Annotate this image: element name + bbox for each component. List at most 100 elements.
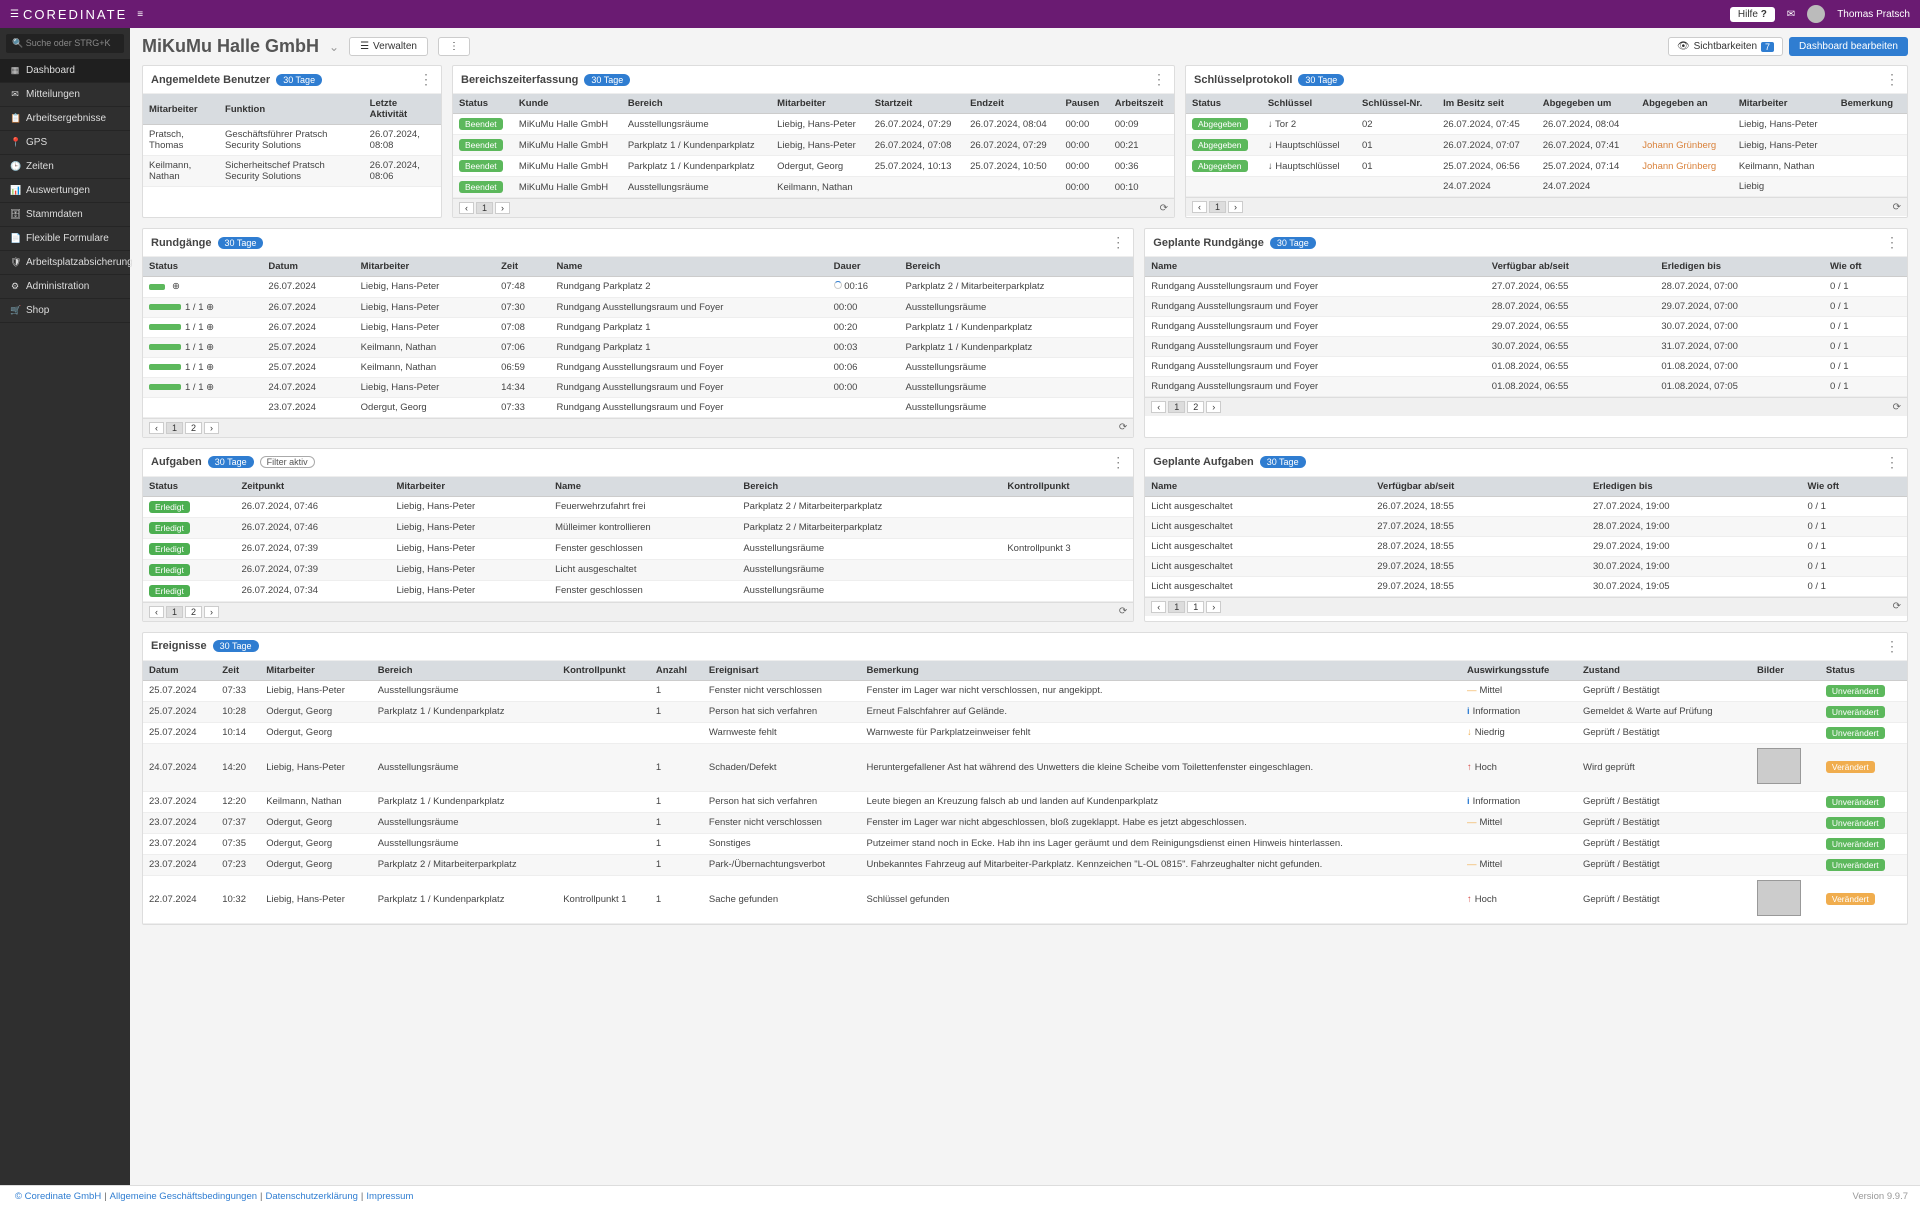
column-header[interactable]: Zeit: [495, 257, 550, 277]
table-row[interactable]: 1 / 1 ⊕25.07.2024Keilmann, Nathan06:59Ru…: [143, 357, 1133, 377]
column-header[interactable]: Mitarbeiter: [355, 257, 495, 277]
column-header[interactable]: Arbeitszeit: [1109, 94, 1174, 114]
refresh-icon[interactable]: ⟳: [1893, 202, 1901, 213]
column-header[interactable]: Name: [551, 257, 828, 277]
panel-menu-icon[interactable]: ⋮: [1111, 234, 1125, 251]
pager-next[interactable]: ›: [204, 422, 219, 434]
table-row[interactable]: BeendetMiKuMu Halle GmbHAusstellungsräum…: [453, 177, 1174, 198]
refresh-icon[interactable]: ⟳: [1119, 422, 1127, 433]
table-row[interactable]: Rundgang Ausstellungsraum und Foyer01.08…: [1145, 357, 1907, 377]
sidebar-item-arbeitsplatzabsicherung[interactable]: 🛡Arbeitsplatzabsicherung: [0, 251, 130, 275]
sidebar-item-arbeitsergebnisse[interactable]: 📋Arbeitsergebnisse: [0, 107, 130, 131]
column-header[interactable]: Wie oft: [1801, 477, 1907, 497]
footer-imp[interactable]: Impressum: [366, 1191, 413, 1202]
edit-dashboard-button[interactable]: Dashboard bearbeiten: [1789, 37, 1908, 56]
column-header[interactable]: Datum: [262, 257, 354, 277]
refresh-icon[interactable]: ⟳: [1893, 402, 1901, 413]
table-row[interactable]: Erledigt26.07.2024, 07:46Liebig, Hans-Pe…: [143, 496, 1133, 517]
column-header[interactable]: Status: [1186, 94, 1262, 114]
table-row[interactable]: BeendetMiKuMu Halle GmbHParkplatz 1 / Ku…: [453, 156, 1174, 177]
column-header[interactable]: Auswirkungsstufe: [1461, 661, 1577, 681]
table-row[interactable]: Erledigt26.07.2024, 07:39Liebig, Hans-Pe…: [143, 559, 1133, 580]
column-header[interactable]: Kontrollpunkt: [557, 661, 650, 681]
pager-page[interactable]: 1: [166, 422, 183, 434]
table-row[interactable]: Rundgang Ausstellungsraum und Foyer29.07…: [1145, 317, 1907, 337]
table-row[interactable]: Abgegeben↓ Tor 20226.07.2024, 07:4526.07…: [1186, 114, 1907, 135]
column-header[interactable]: Schlüssel-Nr.: [1356, 94, 1437, 114]
sidebar-item-flexible-formulare[interactable]: 📄Flexible Formulare: [0, 227, 130, 251]
column-header[interactable]: Mitarbeiter: [771, 94, 869, 114]
help-button[interactable]: Hilfe ?: [1730, 7, 1775, 22]
column-header[interactable]: Ereignisart: [703, 661, 861, 681]
table-row[interactable]: 25.07.202407:33Liebig, Hans-PeterAusstel…: [143, 680, 1907, 701]
column-header[interactable]: Wie oft: [1824, 257, 1907, 277]
footer-agb[interactable]: Allgemeine Geschäftsbedingungen: [110, 1191, 257, 1202]
sidebar-item-auswertungen[interactable]: 📊Auswertungen: [0, 179, 130, 203]
user-name[interactable]: Thomas Pratsch: [1837, 9, 1910, 20]
column-header[interactable]: Bereich: [372, 661, 558, 681]
pager-next[interactable]: ›: [495, 202, 510, 214]
refresh-icon[interactable]: ⟳: [1160, 203, 1168, 214]
refresh-icon[interactable]: ⟳: [1119, 606, 1127, 617]
sidebar-item-gps[interactable]: 📍GPS: [0, 131, 130, 155]
table-row[interactable]: Licht ausgeschaltet29.07.2024, 18:5530.0…: [1145, 576, 1907, 596]
column-header[interactable]: Verfügbar ab/seit: [1486, 257, 1656, 277]
collapse-icon[interactable]: ≡: [137, 9, 143, 20]
panel-menu-icon[interactable]: ⋮: [1885, 638, 1899, 655]
footer-ds[interactable]: Datenschutzerklärung: [266, 1191, 358, 1202]
column-header[interactable]: Endzeit: [964, 94, 1059, 114]
table-row[interactable]: Rundgang Ausstellungsraum und Foyer28.07…: [1145, 297, 1907, 317]
column-header[interactable]: Bilder: [1751, 661, 1820, 681]
pager-page[interactable]: 2: [185, 422, 202, 434]
pager-next[interactable]: ›: [1206, 601, 1221, 613]
column-header[interactable]: Schlüssel: [1262, 94, 1356, 114]
chevron-down-icon[interactable]: ⌄: [329, 40, 339, 54]
pager-prev[interactable]: ‹: [149, 606, 164, 618]
column-header[interactable]: Verfügbar ab/seit: [1371, 477, 1587, 497]
table-row[interactable]: 24.07.202424.07.2024Liebig: [1186, 177, 1907, 197]
sidebar-item-shop[interactable]: 🛒Shop: [0, 299, 130, 323]
footer-copy[interactable]: © Coredinate GmbH: [15, 1191, 101, 1202]
column-header[interactable]: Mitarbeiter: [260, 661, 372, 681]
table-row[interactable]: ⊕26.07.2024Liebig, Hans-Peter07:48Rundga…: [143, 277, 1133, 298]
column-header[interactable]: Bemerkung: [861, 661, 1461, 681]
visibility-button[interactable]: 👁 Sichtbarkeiten 7: [1668, 37, 1783, 56]
column-header[interactable]: Zeit: [216, 661, 260, 681]
manage-button[interactable]: ☰ Verwalten: [349, 37, 428, 56]
panel-menu-icon[interactable]: ⋮: [1885, 234, 1899, 251]
table-row[interactable]: 1 / 1 ⊕24.07.2024Liebig, Hans-Peter14:34…: [143, 377, 1133, 397]
column-header[interactable]: Kontrollpunkt: [1001, 477, 1133, 497]
table-row[interactable]: Erledigt26.07.2024, 07:46Liebig, Hans-Pe…: [143, 517, 1133, 538]
pager-prev[interactable]: ‹: [1151, 601, 1166, 613]
table-row[interactable]: BeendetMiKuMu Halle GmbHParkplatz 1 / Ku…: [453, 135, 1174, 156]
pager-next[interactable]: ›: [1206, 401, 1221, 413]
pager-page[interactable]: 1: [1168, 601, 1185, 613]
pager-page[interactable]: 1: [166, 606, 183, 618]
search-input[interactable]: 🔍 Suche oder STRG+K: [6, 34, 124, 53]
table-row[interactable]: 25.07.202410:14Odergut, GeorgWarnweste f…: [143, 722, 1907, 743]
column-header[interactable]: Funktion: [219, 94, 364, 125]
column-header[interactable]: Mitarbeiter: [390, 477, 549, 497]
column-header[interactable]: Erledigen bis: [1655, 257, 1824, 277]
column-header[interactable]: Name: [549, 477, 737, 497]
column-header[interactable]: Anzahl: [650, 661, 703, 681]
sidebar-item-administration[interactable]: ⚙Administration: [0, 275, 130, 299]
pager-page[interactable]: 2: [1187, 401, 1204, 413]
table-row[interactable]: 24.07.202414:20Liebig, Hans-PeterAusstel…: [143, 743, 1907, 791]
table-row[interactable]: 1 / 1 ⊕26.07.2024Liebig, Hans-Peter07:08…: [143, 317, 1133, 337]
table-row[interactable]: BeendetMiKuMu Halle GmbHAusstellungsräum…: [453, 114, 1174, 135]
table-row[interactable]: Erledigt26.07.2024, 07:34Liebig, Hans-Pe…: [143, 580, 1133, 601]
column-header[interactable]: Bemerkung: [1835, 94, 1907, 114]
pager-prev[interactable]: ‹: [459, 202, 474, 214]
pager-prev[interactable]: ‹: [149, 422, 164, 434]
refresh-icon[interactable]: ⟳: [1893, 601, 1901, 612]
sidebar-item-mitteilungen[interactable]: ✉Mitteilungen: [0, 83, 130, 107]
column-header[interactable]: Name: [1145, 257, 1486, 277]
panel-menu-icon[interactable]: ⋮: [1111, 454, 1125, 471]
menu-icon[interactable]: ☰: [10, 9, 19, 20]
event-image[interactable]: [1757, 880, 1801, 916]
table-row[interactable]: Abgegeben↓ Hauptschlüssel0126.07.2024, 0…: [1186, 135, 1907, 156]
panel-menu-icon[interactable]: ⋮: [1885, 454, 1899, 471]
table-row[interactable]: 1 / 1 ⊕26.07.2024Liebig, Hans-Peter07:30…: [143, 297, 1133, 317]
table-row[interactable]: 23.07.2024Odergut, Georg07:33Rundgang Au…: [143, 397, 1133, 417]
